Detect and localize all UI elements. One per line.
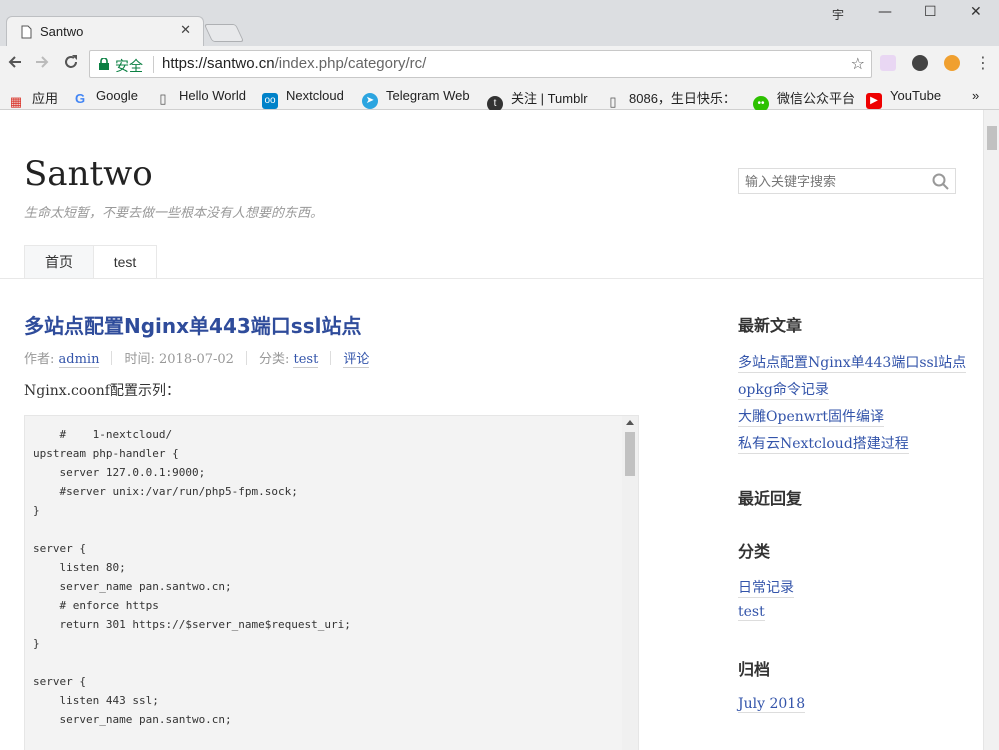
bookmark-label: 关注 | Tumblr: [511, 91, 588, 106]
recent-posts-heading: 最新文章: [738, 316, 803, 335]
post-title[interactable]: 多站点配置Nginx单443端口ssl站点: [24, 310, 361, 339]
archive-heading: 归档: [738, 660, 771, 679]
post-meta: 作者: admin 时间: 2018-07-02 分类: test 评论: [24, 348, 370, 368]
code-text: # 1-nextcloud/ upstream php-handler { se…: [33, 428, 351, 726]
recent-replies-heading: 最近回复: [738, 489, 803, 508]
category-link[interactable]: 日常记录: [738, 577, 794, 598]
code-block: # 1-nextcloud/ upstream php-handler { se…: [24, 415, 639, 750]
archive-link[interactable]: July 2018: [738, 696, 806, 713]
bookmark-star-icon[interactable]: ☆: [851, 54, 865, 73]
time-label: 时间:: [124, 352, 155, 367]
reload-icon[interactable]: [61, 54, 81, 74]
address-bar[interactable]: 安全 https://santwo.cn/index.php/category/…: [89, 50, 872, 78]
bookmark-8086[interactable]: ▯ 8086，生日快乐：: [605, 88, 736, 110]
bookmark-label: YouTube: [890, 88, 942, 103]
search-input[interactable]: [745, 172, 925, 190]
site-title[interactable]: Santwo: [24, 154, 153, 194]
bookmark-telegram[interactable]: ➤ Telegram Web: [362, 88, 470, 109]
page-icon: [21, 25, 32, 39]
browser-tab[interactable]: Santwo ✕: [6, 16, 204, 46]
bookmark-youtube[interactable]: ▶ YouTube: [866, 88, 941, 109]
omnibox-divider: [153, 56, 154, 73]
post-date: 2018-07-02: [159, 352, 234, 367]
bookmark-apps[interactable]: ▦ 应用: [8, 88, 58, 110]
page-scrollbar[interactable]: [983, 110, 999, 750]
new-tab-button[interactable]: [203, 24, 245, 42]
category-link[interactable]: test: [738, 604, 765, 621]
comments-link[interactable]: 评论: [343, 352, 370, 368]
minimize-button[interactable]: —: [878, 4, 892, 20]
search-icon[interactable]: [932, 173, 949, 190]
recent-post-link[interactable]: 大雕Openwrt固件编译: [738, 406, 885, 427]
apps-grid-icon: ▦: [9, 94, 23, 109]
page-icon: ▯: [609, 94, 617, 109]
close-window-button[interactable]: ✕: [970, 4, 982, 20]
google-icon: G: [74, 91, 86, 106]
nav-home[interactable]: 首页: [24, 245, 94, 279]
bookmark-label: Hello World: [179, 88, 246, 103]
nav-test[interactable]: test: [93, 245, 157, 279]
bookmark-google[interactable]: G Google: [72, 88, 138, 107]
code-scrollbar[interactable]: [622, 416, 638, 750]
site-tagline: 生命太短暂，不要去做一些根本没有人想要的东西。: [24, 205, 324, 220]
menu-kebab-icon[interactable]: ⋮: [973, 53, 993, 73]
more-bookmarks-button[interactable]: »: [972, 88, 979, 103]
category-link[interactable]: test: [293, 352, 319, 368]
tab-close-icon[interactable]: ✕: [180, 23, 191, 38]
lock-icon: [99, 58, 109, 70]
telegram-icon: ➤: [362, 93, 378, 109]
url-text[interactable]: https://santwo.cn/index.php/category/rc/: [162, 55, 426, 72]
recent-post-link[interactable]: opkg命令记录: [738, 379, 829, 400]
bookmark-wechat[interactable]: •• 微信公众平台: [753, 88, 855, 112]
code-scrollbar-thumb[interactable]: [625, 432, 635, 476]
nav-divider: [0, 278, 983, 279]
bookmark-label: 应用: [32, 91, 59, 106]
secure-label: 安全: [115, 58, 143, 74]
bookmarks-bar: ▦ 应用 G Google ▯ Hello World oo Nextcloud ➤ Te…: [0, 82, 999, 112]
extension-icon[interactable]: [912, 55, 928, 71]
recent-post-link[interactable]: 多站点配置Nginx单443端口ssl站点: [738, 352, 967, 373]
user-profile-button[interactable]: 宇: [832, 6, 844, 23]
extension-icon[interactable]: [944, 55, 960, 71]
bookmark-label: 微信公众平台: [777, 91, 856, 106]
category-label: 分类:: [258, 352, 290, 367]
url-path: /index.php/category/rc/: [274, 55, 427, 72]
forward-arrow-icon[interactable]: [32, 54, 52, 74]
post-intro: Nginx.coonf配置示列：: [24, 383, 180, 399]
bookmark-label: Nextcloud: [286, 88, 344, 103]
maximize-button[interactable]: ☐: [924, 4, 937, 20]
bookmark-label: 8086，生日快乐：: [629, 91, 736, 106]
nextcloud-icon: oo: [262, 93, 278, 109]
bookmark-label: Telegram Web: [386, 88, 470, 103]
bookmark-hello-world[interactable]: ▯ Hello World: [155, 88, 246, 107]
bookmark-nextcloud[interactable]: oo Nextcloud: [262, 88, 344, 109]
scroll-up-arrow-icon[interactable]: [626, 420, 634, 425]
youtube-icon: ▶: [866, 93, 882, 109]
browser-titlebar: Santwo ✕ 宇 — ☐ ✕: [0, 0, 999, 46]
page-scrollbar-thumb[interactable]: [987, 126, 997, 150]
author-label: 作者:: [24, 352, 55, 367]
url-host: https://santwo.cn: [162, 55, 275, 72]
recent-post-link[interactable]: 私有云Nextcloud搭建过程: [738, 433, 909, 454]
tab-title: Santwo: [40, 24, 84, 39]
web-page: Santwo 生命太短暂，不要去做一些根本没有人想要的东西。 首页 test 多…: [0, 110, 983, 750]
author-link[interactable]: admin: [58, 352, 100, 368]
bookmark-tumblr[interactable]: t 关注 | Tumblr: [487, 88, 588, 112]
page-icon: ▯: [159, 91, 167, 106]
bookmark-label: Google: [96, 88, 138, 103]
back-arrow-icon[interactable]: [5, 54, 25, 74]
categories-heading: 分类: [738, 542, 771, 561]
extension-icon[interactable]: [880, 55, 896, 71]
search-box: [738, 168, 956, 194]
